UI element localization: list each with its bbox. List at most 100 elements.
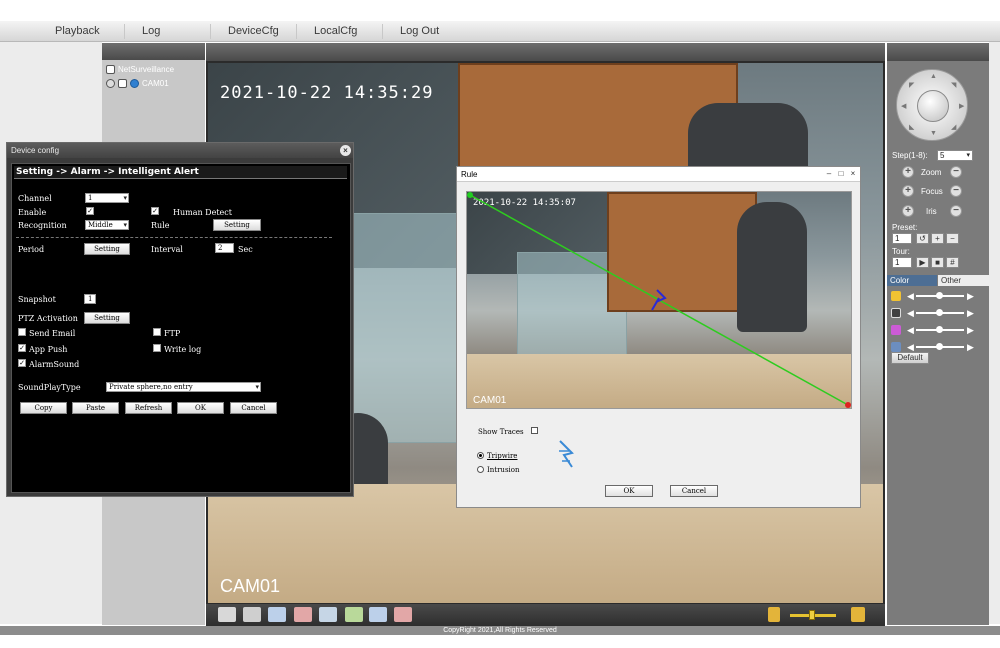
tripwire-end-point[interactable] [845,402,851,408]
speaker-icon[interactable] [768,607,780,622]
tab-other[interactable]: Other [938,275,989,286]
default-button[interactable]: Default [891,352,929,364]
tour-grid-icon[interactable]: # [946,257,959,268]
tour-input[interactable]: 1 [892,257,912,268]
show-traces-checkbox[interactable] [531,427,538,434]
send-email-checkbox[interactable] [18,328,26,336]
tour-stop-icon[interactable]: ■ [931,257,944,268]
zoom-in-icon[interactable]: + [902,166,914,178]
right-background [989,42,1000,624]
arrow-left-icon[interactable]: ◀ [907,308,914,319]
arrow-right-icon[interactable]: ▶ [959,102,964,110]
snapshot-icon[interactable] [319,607,337,622]
tripwire-start-point[interactable] [467,192,473,198]
zoom-out-icon[interactable]: − [950,166,962,178]
fullscreen-icon[interactable] [218,607,236,622]
tree-root[interactable]: NetSurveillance [106,65,174,74]
refresh-button[interactable]: Refresh [125,402,172,414]
footer: CopyRight 2021,All Rights Reserved [0,626,1000,635]
rule-video-preview[interactable]: 2021-10-22 14:35:07 CAM01 [466,191,852,409]
arrow-down-icon[interactable]: ▼ [930,130,937,137]
video-toolbar [206,604,885,626]
intrusion-radio[interactable] [477,466,484,473]
record-icon[interactable] [106,79,115,88]
intrusion-label: Intrusion [487,466,520,474]
iris-open-icon[interactable]: + [902,205,914,217]
nav-localcfg[interactable]: LocalCfg [314,25,357,37]
ptz-direction-wheel[interactable]: ▲ ▼ ◀ ▶ ◤ ◥ ◣ ◢ [896,69,968,141]
copy-button[interactable]: Copy [20,402,67,414]
ok-button[interactable]: OK [177,402,224,414]
hue-knob[interactable] [936,343,943,350]
playback-icon[interactable] [369,607,387,622]
arrow-down-right-icon[interactable]: ◢ [951,123,956,131]
contrast-row: ◀ ▶ [891,307,983,319]
iris-close-icon[interactable]: − [950,205,962,217]
snapshot-input[interactable]: 1 [84,294,96,304]
stop-record-icon[interactable] [394,607,412,622]
saturation-knob[interactable] [936,326,943,333]
record-icon[interactable] [294,607,312,622]
recognition-label: Recognition [18,221,67,230]
divider [16,237,332,238]
refresh-icon[interactable] [268,607,286,622]
arrow-left-icon[interactable]: ◀ [901,102,906,110]
arrow-right-icon[interactable]: ▶ [967,325,974,336]
sound-play-type-select[interactable]: Private sphere,no entry [106,382,261,392]
step-select[interactable]: 5 ▾ [937,150,973,161]
preset-goto-icon[interactable]: ↺ [916,233,929,244]
volume-knob[interactable] [809,610,815,620]
preset-remove-icon[interactable]: − [946,233,959,244]
focus-in-icon[interactable]: + [902,185,914,197]
tripwire-overlay[interactable] [467,192,852,409]
arrow-right-icon[interactable]: ▶ [967,342,974,353]
alarm-sound-checkbox[interactable]: ✓ [18,359,26,367]
contrast-knob[interactable] [936,309,943,316]
arrow-up-icon[interactable]: ▲ [930,73,937,80]
arrow-left-icon[interactable]: ◀ [907,325,914,336]
ftp-checkbox[interactable] [153,328,161,336]
single-view-icon[interactable] [243,607,261,622]
nav-devicecfg[interactable]: DeviceCfg [228,25,279,37]
paste-button[interactable]: Paste [72,402,119,414]
close-icon[interactable]: × [848,169,858,179]
rule-setting-button[interactable]: Setting [213,219,261,231]
rule-ok-button[interactable]: OK [605,485,653,497]
write-log-checkbox[interactable] [153,344,161,352]
brightness-knob[interactable] [936,292,943,299]
interval-input[interactable]: 2 [215,243,234,253]
enable-checkbox[interactable]: ✓ [86,207,94,215]
tree-camera[interactable]: CAM01 [106,79,169,88]
tab-color[interactable]: Color [887,275,937,286]
tour-play-icon[interactable]: ▶ [916,257,929,268]
channel-select[interactable]: 1 [85,193,129,203]
maximize-icon[interactable]: □ [836,169,846,179]
arrow-right-icon[interactable]: ▶ [967,291,974,302]
period-setting-button[interactable]: Setting [84,243,130,255]
close-icon[interactable]: × [340,145,351,156]
nav-playback[interactable]: Playback [55,25,100,37]
nav-logout[interactable]: Log Out [400,25,439,37]
rule-cancel-button[interactable]: Cancel [670,485,718,497]
recognition-select[interactable]: Middle [85,220,129,230]
focus-out-icon[interactable]: − [950,185,962,197]
nav-log[interactable]: Log [142,25,160,37]
arrow-down-left-icon[interactable]: ◣ [909,123,914,131]
ptz-setting-button[interactable]: Setting [84,312,130,324]
mute-icon[interactable] [851,607,865,622]
preset-add-icon[interactable]: + [931,233,944,244]
camera-icon[interactable] [130,79,139,88]
arrow-right-icon[interactable]: ▶ [967,308,974,319]
minimize-icon[interactable]: – [824,169,834,179]
image-icon[interactable] [345,607,363,622]
app-push-checkbox[interactable]: ✓ [18,344,26,352]
preset-input[interactable]: 1 [892,233,912,244]
human-detect-checkbox[interactable]: ✓ [151,207,159,215]
ptz-center-button[interactable] [917,90,949,122]
cancel-button[interactable]: Cancel [230,402,277,414]
arrow-up-right-icon[interactable]: ◥ [951,81,956,89]
tripwire-radio[interactable] [477,452,484,459]
arrow-left-icon[interactable]: ◀ [907,291,914,302]
arrow-up-left-icon[interactable]: ◤ [909,81,914,89]
play-icon[interactable] [118,79,127,88]
